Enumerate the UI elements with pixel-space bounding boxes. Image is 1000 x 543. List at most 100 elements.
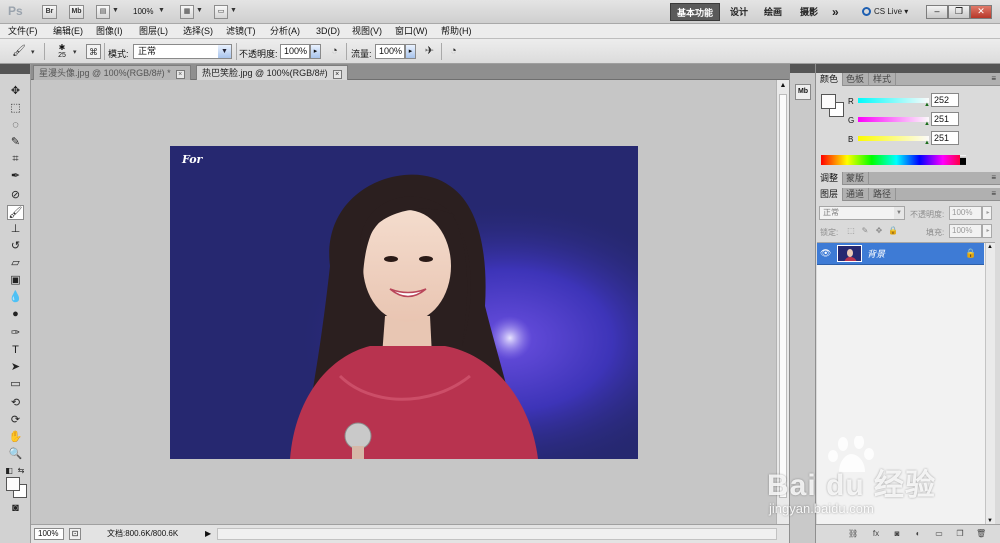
green-channel-slider[interactable] — [858, 117, 929, 122]
link-layers-icon[interactable]: ⛓ — [848, 529, 858, 539]
document-tab[interactable]: 星漫头像.jpg @ 100%(RGB/8#) * × — [33, 65, 191, 80]
dodge-tool-icon[interactable]: ● — [7, 307, 24, 322]
workspace-painting[interactable]: 绘画 — [758, 3, 788, 21]
add-mask-icon[interactable]: ◙ — [892, 529, 902, 539]
pressure-opacity-icon[interactable]: ◔ — [327, 44, 342, 59]
launch-bridge-button[interactable]: Br — [42, 5, 57, 19]
panel-menu-icon[interactable]: ≡ — [991, 173, 996, 182]
tab-paths[interactable]: 路径 — [869, 188, 897, 201]
menu-select[interactable]: 选择(S) — [183, 25, 213, 38]
tool-preset-chevron-icon[interactable]: ▾ — [31, 48, 35, 56]
brush-tool-preset-icon[interactable]: 🖌 — [10, 44, 28, 59]
eye-icon[interactable]: 👁 — [820, 248, 831, 258]
clone-stamp-tool-icon[interactable]: ⊥ — [7, 222, 24, 237]
tab-styles[interactable]: 样式 — [869, 73, 897, 86]
scroll-up-icon[interactable]: ▲ — [778, 81, 788, 91]
menu-3d[interactable]: 3D(D) — [316, 25, 340, 38]
status-zoom-input[interactable]: 100% — [34, 528, 64, 540]
close-tab-icon[interactable]: × — [175, 70, 185, 79]
arrange-chevron-icon[interactable]: ▼ — [196, 7, 203, 14]
restore-button[interactable]: ❐ — [948, 5, 970, 19]
quick-mask-icon[interactable]: ◙ — [7, 501, 24, 516]
zoom-tool-icon[interactable]: 🔍 — [7, 447, 24, 462]
menu-analysis[interactable]: 分析(A) — [270, 25, 300, 38]
screen-mode-chevron-icon[interactable]: ▼ — [230, 7, 237, 14]
document-tab-active[interactable]: 热巴笑脸.jpg @ 100%(RGB/8#) × — [196, 65, 348, 80]
lock-image-pixels-icon[interactable]: ✎ — [860, 226, 870, 236]
view-extras-button[interactable]: ▤ — [96, 5, 110, 19]
slider-thumb-icon[interactable]: ▲ — [924, 140, 930, 146]
menu-file[interactable]: 文件(F) — [8, 25, 38, 38]
more-workspaces-button[interactable]: » — [826, 3, 845, 21]
adjustment-layer-icon[interactable]: ◐ — [913, 529, 923, 539]
red-value-input[interactable]: 252 — [931, 93, 959, 107]
zoom-level-dropdown[interactable]: 100% — [133, 7, 153, 16]
fill-arrow-icon[interactable]: ▸ — [982, 224, 992, 238]
lock-position-icon[interactable]: ✥ — [874, 226, 884, 236]
dock-header[interactable] — [790, 64, 815, 73]
red-channel-slider[interactable] — [858, 98, 929, 103]
healing-brush-tool-icon[interactable]: ⊘ — [7, 188, 24, 203]
crop-tool-icon[interactable]: ⌗ — [7, 152, 24, 167]
type-tool-icon[interactable]: T — [7, 343, 24, 358]
green-value-input[interactable]: 251 — [931, 112, 959, 126]
new-group-icon[interactable]: ▭ — [934, 529, 944, 539]
quick-selection-tool-icon[interactable]: ✎ — [7, 135, 24, 150]
marquee-tool-icon[interactable]: ⬚ — [7, 101, 24, 116]
menu-view[interactable]: 视图(V) — [352, 25, 382, 38]
tab-adjustments[interactable]: 调整 — [816, 172, 844, 185]
eraser-tool-icon[interactable]: ▱ — [7, 256, 24, 271]
path-selection-tool-icon[interactable]: ➤ — [7, 360, 24, 375]
horizontal-scrollbar[interactable] — [217, 528, 777, 540]
tab-masks[interactable]: 蒙版 — [842, 172, 870, 185]
blur-tool-icon[interactable]: 💧 — [7, 290, 24, 305]
workspace-essentials[interactable]: 基本功能 — [670, 3, 721, 21]
brush-panel-toggle-icon[interactable]: ⌘ — [86, 44, 101, 59]
black-swatch[interactable] — [960, 158, 966, 164]
trash-icon[interactable]: 🗑 — [976, 529, 986, 539]
document-image[interactable]: For — [170, 146, 638, 459]
layer-name[interactable]: 背景 — [867, 247, 885, 260]
brush-preset-chevron-icon[interactable]: ▾ — [73, 48, 77, 56]
zoom-chevron-icon[interactable]: ▼ — [158, 7, 165, 14]
lock-all-icon[interactable]: 🔒 — [888, 226, 898, 236]
3d-rotate-tool-icon[interactable]: ⟲ — [7, 396, 24, 411]
workspace-photography[interactable]: 摄影 — [794, 3, 824, 21]
cs-live-menu[interactable]: CS Live ▾ — [862, 7, 908, 16]
menu-window[interactable]: 窗口(W) — [395, 25, 428, 38]
menu-image[interactable]: 图像(I) — [96, 25, 123, 38]
tools-panel-header[interactable] — [0, 64, 30, 74]
color-spectrum-ramp[interactable] — [821, 155, 966, 165]
tab-swatches[interactable]: 色板 — [842, 73, 870, 86]
minimize-button[interactable]: – — [926, 5, 948, 19]
status-options-icon[interactable]: ⊡ — [69, 528, 81, 540]
workspace-design[interactable]: 设计 — [724, 3, 754, 21]
history-brush-tool-icon[interactable]: ↺ — [7, 239, 24, 254]
slider-thumb-icon[interactable]: ▲ — [924, 102, 930, 108]
3d-orbit-tool-icon[interactable]: ⟳ — [7, 413, 24, 428]
move-tool-icon[interactable]: ✥ — [7, 84, 24, 99]
scroll-up-icon[interactable]: ▲ — [987, 244, 993, 250]
panel-menu-icon[interactable]: ≡ — [991, 189, 996, 198]
launch-minibridge-button[interactable]: Mb — [69, 5, 84, 19]
foreground-color-swatch[interactable] — [6, 477, 20, 491]
menu-help[interactable]: 帮助(H) — [441, 25, 472, 38]
hand-tool-icon[interactable]: ✋ — [7, 430, 24, 445]
opacity-input[interactable]: 100% — [280, 44, 310, 59]
slider-thumb-icon[interactable]: ▲ — [924, 121, 930, 127]
flow-slider-button[interactable]: ▸ — [405, 44, 416, 59]
default-colors-icon[interactable]: ◧ — [4, 463, 14, 478]
minibridge-panel-icon[interactable]: Mb — [795, 84, 811, 100]
eyedropper-tool-icon[interactable]: ✒ — [7, 169, 24, 184]
pressure-size-icon[interactable]: ◔ — [446, 44, 461, 59]
close-tab-icon[interactable]: × — [332, 70, 342, 79]
blend-mode-select[interactable]: 正常 ▼ — [133, 44, 232, 59]
status-menu-arrow-icon[interactable]: ▶ — [205, 529, 211, 538]
panel-foreground-swatch[interactable] — [821, 94, 836, 109]
tab-color[interactable]: 颜色 — [816, 73, 844, 86]
layer-style-icon[interactable]: fx — [871, 529, 881, 539]
screen-mode-button[interactable]: ▭ — [214, 5, 228, 19]
blue-channel-slider[interactable] — [858, 136, 929, 141]
pen-tool-icon[interactable]: ✑ — [7, 326, 24, 341]
menu-filter[interactable]: 滤镜(T) — [226, 25, 256, 38]
